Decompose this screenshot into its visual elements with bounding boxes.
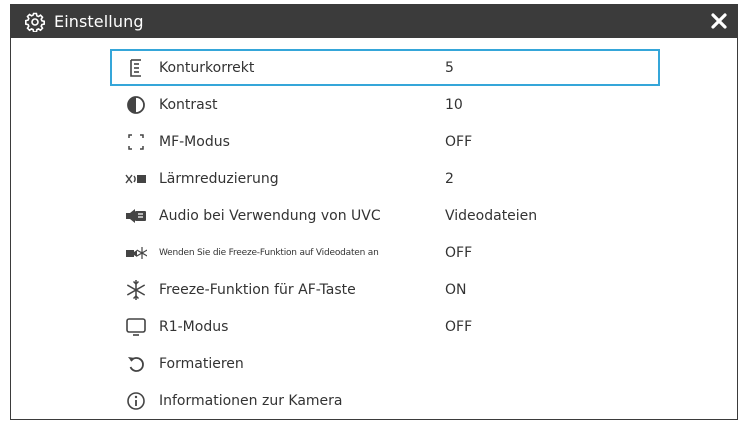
setting-value: OFF [445,318,473,335]
setting-row-freeze-af[interactable]: Freeze-Funktion für AF-Taste ON [110,271,660,308]
setting-label: Kontrast [159,96,218,113]
setting-label: R1-Modus [159,318,229,335]
freeze-icon [124,278,148,302]
setting-value: ON [445,281,467,298]
setting-label: Wenden Sie die Freeze-Funktion auf Video… [159,247,379,258]
close-icon[interactable] [707,9,731,33]
setting-row-audio-uvc[interactable]: Audio bei Verwendung von UVC Videodateie… [110,197,660,234]
setting-row-r1-modus[interactable]: R1-Modus OFF [110,308,660,345]
sharpness-icon [124,56,148,80]
setting-row-formatieren[interactable]: Formatieren [110,345,660,382]
gear-icon [24,11,46,33]
settings-window: Einstellung Konturkorrekt 5 Kontrast 10 [10,4,738,420]
setting-label: Formatieren [159,355,244,372]
setting-label: Konturkorrekt [159,59,255,76]
setting-row-konturkorrekt[interactable]: Konturkorrekt 5 [110,49,660,86]
setting-value: 5 [445,59,454,76]
setting-value: OFF [445,244,473,261]
setting-row-laermreduzierung[interactable]: Lärmreduzierung 2 [110,160,660,197]
setting-label: MF-Modus [159,133,230,150]
setting-label: Freeze-Funktion für AF-Taste [159,281,356,298]
format-icon [124,352,148,376]
freeze-video-icon [124,241,148,265]
setting-row-mf-modus[interactable]: MF-Modus OFF [110,123,660,160]
focus-frame-icon [124,130,148,154]
setting-value: 2 [445,170,454,187]
setting-label: Lärmreduzierung [159,170,279,187]
info-icon [124,389,148,413]
noise-reduction-icon [124,167,148,191]
setting-label: Audio bei Verwendung von UVC [159,207,381,224]
title-bar: Einstellung [11,5,737,38]
setting-row-kontrast[interactable]: Kontrast 10 [110,86,660,123]
setting-row-kamera-info[interactable]: Informationen zur Kamera [110,382,660,419]
setting-value: Videodateien [445,207,538,224]
settings-list: Konturkorrekt 5 Kontrast 10 MF-Modus OFF [110,49,660,419]
setting-row-freeze-video[interactable]: Wenden Sie die Freeze-Funktion auf Video… [110,234,660,271]
contrast-icon [124,93,148,117]
setting-value: 10 [445,96,463,113]
setting-value: OFF [445,133,473,150]
monitor-icon [124,315,148,339]
setting-label: Informationen zur Kamera [159,392,343,409]
uvc-audio-icon [124,204,148,228]
window-title: Einstellung [54,12,144,31]
